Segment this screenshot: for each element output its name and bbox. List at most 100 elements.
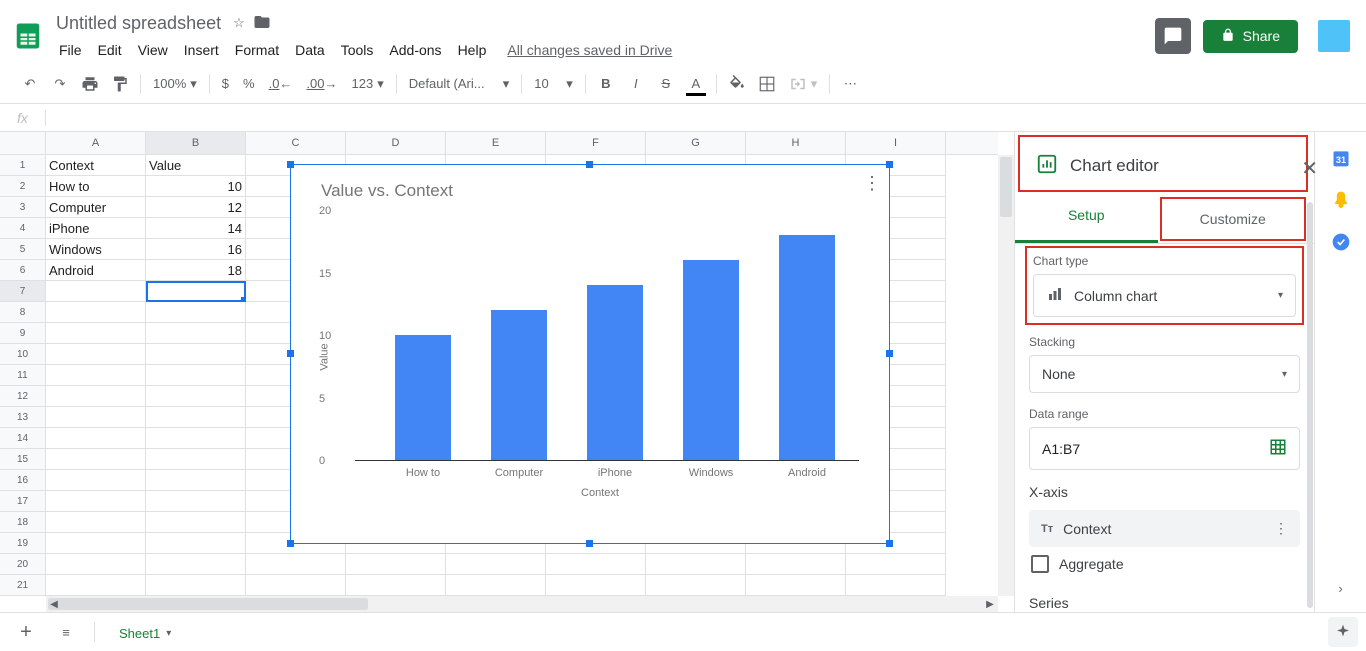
col-header[interactable]: H bbox=[746, 132, 846, 154]
undo-button[interactable]: ↶ bbox=[16, 70, 44, 98]
xaxis-chip[interactable]: Tᴛ Context ⋮ bbox=[1029, 510, 1300, 547]
menu-tools[interactable]: Tools bbox=[334, 38, 381, 62]
resize-handle[interactable] bbox=[886, 540, 893, 547]
add-sheet-button[interactable]: + bbox=[8, 617, 44, 647]
avatar[interactable] bbox=[1318, 20, 1350, 52]
row-header[interactable]: 17 bbox=[0, 491, 46, 512]
resize-handle[interactable] bbox=[586, 161, 593, 168]
cell[interactable] bbox=[46, 575, 146, 596]
cell[interactable] bbox=[46, 281, 146, 302]
calendar-icon[interactable]: 31 bbox=[1331, 148, 1351, 168]
select-all-corner[interactable] bbox=[0, 132, 46, 154]
cell[interactable] bbox=[46, 344, 146, 365]
print-button[interactable] bbox=[76, 70, 104, 98]
doc-title[interactable]: Untitled spreadsheet bbox=[52, 11, 225, 36]
cell[interactable] bbox=[146, 449, 246, 470]
cell[interactable]: iPhone bbox=[46, 218, 146, 239]
borders-button[interactable] bbox=[753, 70, 781, 98]
tasks-icon[interactable] bbox=[1331, 232, 1351, 252]
sheets-logo[interactable] bbox=[8, 16, 48, 56]
col-header[interactable]: E bbox=[446, 132, 546, 154]
row-header[interactable]: 15 bbox=[0, 449, 46, 470]
menu-addons[interactable]: Add-ons bbox=[382, 38, 448, 62]
cell[interactable] bbox=[146, 365, 246, 386]
cell[interactable] bbox=[146, 575, 246, 596]
cell[interactable] bbox=[646, 575, 746, 596]
merge-dropdown[interactable]: ▾ bbox=[783, 75, 824, 93]
col-header[interactable]: B bbox=[146, 132, 246, 154]
chart-type-select[interactable]: Column chart ▾ bbox=[1033, 274, 1296, 317]
col-header[interactable]: A bbox=[46, 132, 146, 154]
save-status[interactable]: All changes saved in Drive bbox=[507, 42, 672, 58]
scroll-left-icon[interactable]: ◀ bbox=[46, 596, 62, 612]
keep-icon[interactable] bbox=[1331, 190, 1351, 210]
row-header[interactable]: 12 bbox=[0, 386, 46, 407]
bold-button[interactable]: B bbox=[592, 70, 620, 98]
cell[interactable] bbox=[46, 533, 146, 554]
cell[interactable] bbox=[46, 512, 146, 533]
inc-decimal-button[interactable]: .00→ bbox=[300, 76, 343, 91]
cell[interactable] bbox=[46, 365, 146, 386]
star-icon[interactable]: ☆ bbox=[233, 15, 245, 31]
cell[interactable]: 16 bbox=[146, 239, 246, 260]
cell[interactable] bbox=[146, 428, 246, 449]
cell[interactable] bbox=[46, 323, 146, 344]
currency-button[interactable]: $ bbox=[216, 76, 235, 91]
cell[interactable] bbox=[846, 575, 946, 596]
paint-format-button[interactable] bbox=[106, 70, 134, 98]
row-header[interactable]: 18 bbox=[0, 512, 46, 533]
vertical-scrollbar[interactable] bbox=[998, 155, 1014, 596]
cell[interactable] bbox=[346, 575, 446, 596]
row-header[interactable]: 7 bbox=[0, 281, 46, 302]
cell[interactable] bbox=[46, 491, 146, 512]
cell[interactable] bbox=[746, 575, 846, 596]
menu-data[interactable]: Data bbox=[288, 38, 332, 62]
number-format-dropdown[interactable]: 123▾ bbox=[346, 76, 390, 92]
checkbox-icon[interactable] bbox=[1031, 555, 1049, 573]
cell[interactable] bbox=[146, 491, 246, 512]
row-header[interactable]: 20 bbox=[0, 554, 46, 575]
tab-customize[interactable]: Customize bbox=[1160, 197, 1307, 241]
cell[interactable]: Context bbox=[46, 155, 146, 176]
row-header[interactable]: 21 bbox=[0, 575, 46, 596]
cell[interactable] bbox=[46, 407, 146, 428]
all-sheets-button[interactable]: ≡ bbox=[48, 617, 84, 647]
cell[interactable] bbox=[46, 554, 146, 575]
row-header[interactable]: 1 bbox=[0, 155, 46, 176]
cell[interactable] bbox=[546, 554, 646, 575]
menu-help[interactable]: Help bbox=[451, 38, 494, 62]
row-header[interactable]: 13 bbox=[0, 407, 46, 428]
cell[interactable] bbox=[246, 575, 346, 596]
font-dropdown[interactable]: Default (Ari...▾ bbox=[403, 76, 516, 92]
row-header[interactable]: 3 bbox=[0, 197, 46, 218]
explore-button[interactable] bbox=[1328, 617, 1358, 647]
cell[interactable]: 12 bbox=[146, 197, 246, 218]
cell[interactable] bbox=[546, 575, 646, 596]
share-button[interactable]: Share bbox=[1203, 20, 1298, 53]
expand-rail-icon[interactable]: › bbox=[1338, 581, 1342, 596]
chart-menu-button[interactable]: ⋮ bbox=[863, 173, 881, 194]
cell[interactable]: Android bbox=[46, 260, 146, 281]
row-header[interactable]: 8 bbox=[0, 302, 46, 323]
cell[interactable] bbox=[746, 554, 846, 575]
cell[interactable] bbox=[346, 554, 446, 575]
percent-button[interactable]: % bbox=[237, 76, 261, 91]
cell[interactable] bbox=[246, 554, 346, 575]
aggregate-checkbox-row[interactable]: Aggregate bbox=[1029, 547, 1300, 581]
cell[interactable]: Value bbox=[146, 155, 246, 176]
row-header[interactable]: 10 bbox=[0, 344, 46, 365]
cell[interactable] bbox=[46, 386, 146, 407]
row-header[interactable]: 4 bbox=[0, 218, 46, 239]
dec-decimal-button[interactable]: .0← bbox=[263, 76, 299, 91]
embedded-chart[interactable]: ⋮ Value vs. Context Value Context 051015… bbox=[290, 164, 890, 544]
menu-insert[interactable]: Insert bbox=[177, 38, 226, 62]
move-folder-icon[interactable] bbox=[253, 13, 271, 34]
row-header[interactable]: 19 bbox=[0, 533, 46, 554]
row-header[interactable]: 2 bbox=[0, 176, 46, 197]
horizontal-scrollbar[interactable]: ◀ ▶ bbox=[46, 596, 998, 612]
tab-setup[interactable]: Setup bbox=[1015, 195, 1158, 243]
spreadsheet-grid[interactable]: ABCDEFGHI 1ContextValue2How to103Compute… bbox=[0, 132, 1014, 612]
row-header[interactable]: 9 bbox=[0, 323, 46, 344]
cell[interactable]: 10 bbox=[146, 176, 246, 197]
cell[interactable] bbox=[146, 344, 246, 365]
